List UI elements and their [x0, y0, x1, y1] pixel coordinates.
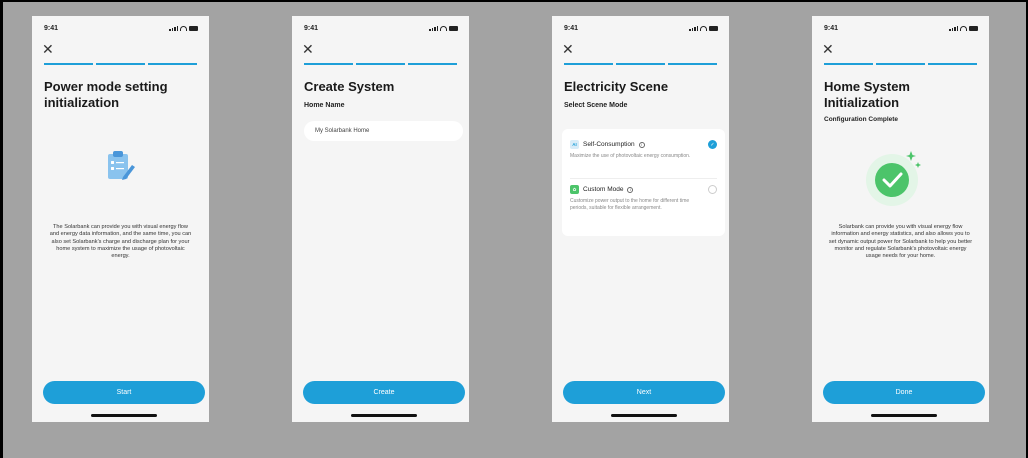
- home-indicator: [871, 414, 937, 417]
- progress-segment: [44, 63, 93, 65]
- wifi-icon: [440, 26, 447, 31]
- status-bar: 9:41: [812, 25, 989, 37]
- close-icon[interactable]: ✕: [302, 42, 314, 56]
- success-check-icon: [866, 151, 921, 206]
- description: Solarbank can provide you with visual en…: [828, 224, 973, 260]
- clipboard-edit-icon: [108, 151, 135, 180]
- home-name-input[interactable]: My Solarbank Home: [304, 121, 463, 141]
- scene-mode-card: AI Self-Consumption i Maximize the use o…: [562, 129, 725, 236]
- close-icon[interactable]: ✕: [42, 42, 54, 56]
- battery-icon: [709, 26, 718, 31]
- status-time: 9:41: [44, 25, 59, 32]
- option-description: Customize power output to the home for d…: [570, 198, 690, 211]
- status-bar: 9:41: [32, 25, 209, 37]
- progress-segment: [148, 63, 197, 65]
- description: The Solarbank can provide you with visua…: [49, 224, 192, 260]
- battery-icon: [449, 26, 458, 31]
- screen-power-mode-setting: 9:41 ✕ Power mode setting initialization…: [32, 16, 209, 422]
- page-title: Home System Initialization: [824, 79, 910, 110]
- page-title: Create System: [304, 79, 395, 94]
- progress-segment: [564, 63, 613, 65]
- option-custom-mode[interactable]: ✿ Custom Mode i Customize power output t…: [570, 185, 717, 211]
- option-label: Custom Mode: [583, 186, 624, 193]
- screen-home-system-initialization: 9:41 ✕ Home System Initialization Config…: [812, 16, 989, 422]
- option-description: Maximize the use of photovoltaic energy …: [570, 153, 691, 159]
- radio-unselected-icon[interactable]: [708, 185, 717, 194]
- step-progress: [44, 63, 197, 65]
- done-button[interactable]: Done: [823, 381, 985, 404]
- option-label: Self-Consumption: [583, 141, 635, 148]
- signal-icon: [689, 26, 698, 31]
- close-icon[interactable]: ✕: [562, 42, 574, 56]
- option-self-consumption[interactable]: AI Self-Consumption i Maximize the use o…: [570, 140, 717, 160]
- status-bar: 9:41: [552, 25, 729, 37]
- page-title: Power mode setting initialization: [44, 79, 168, 110]
- status-time: 9:41: [304, 25, 319, 32]
- next-button[interactable]: Next: [563, 381, 725, 404]
- create-button[interactable]: Create: [303, 381, 465, 404]
- status-time: 9:41: [824, 25, 839, 32]
- progress-segment: [668, 63, 717, 65]
- progress-segment: [408, 63, 457, 65]
- screen-create-system: 9:41 ✕ Create System Home Name My Solarb…: [292, 16, 469, 422]
- home-indicator: [351, 414, 417, 417]
- progress-segment: [96, 63, 145, 65]
- signal-icon: [169, 26, 178, 31]
- battery-icon: [189, 26, 198, 31]
- ai-icon: AI: [570, 140, 579, 149]
- radio-selected-icon[interactable]: ✓: [708, 140, 717, 149]
- signal-icon: [429, 26, 438, 31]
- page-subtitle: Select Scene Mode: [564, 102, 628, 109]
- home-indicator: [91, 414, 157, 417]
- step-progress: [304, 63, 457, 65]
- wifi-icon: [700, 26, 707, 31]
- home-name-label: Home Name: [304, 102, 345, 109]
- progress-segment: [304, 63, 353, 65]
- wifi-icon: [180, 26, 187, 31]
- step-progress: [564, 63, 717, 65]
- page-title: Electricity Scene: [564, 79, 669, 94]
- status-time: 9:41: [564, 25, 579, 32]
- divider: [570, 178, 717, 179]
- close-icon[interactable]: ✕: [822, 42, 834, 56]
- progress-segment: [356, 63, 405, 65]
- custom-mode-icon: ✿: [570, 185, 579, 194]
- page-subtitle: Configuration Complete: [824, 116, 899, 123]
- progress-segment: [928, 63, 977, 65]
- screen-electricity-scene: 9:41 ✕ Electricity Scene Select Scene Mo…: [552, 16, 729, 422]
- signal-icon: [949, 26, 958, 31]
- home-indicator: [611, 414, 677, 417]
- step-progress: [824, 63, 977, 65]
- progress-segment: [824, 63, 873, 65]
- progress-segment: [876, 63, 925, 65]
- info-icon[interactable]: i: [638, 141, 645, 148]
- progress-segment: [616, 63, 665, 65]
- start-button[interactable]: Start: [43, 381, 205, 404]
- info-icon[interactable]: i: [627, 186, 634, 193]
- status-bar: 9:41: [292, 25, 469, 37]
- wifi-icon: [960, 26, 967, 31]
- battery-icon: [969, 26, 978, 31]
